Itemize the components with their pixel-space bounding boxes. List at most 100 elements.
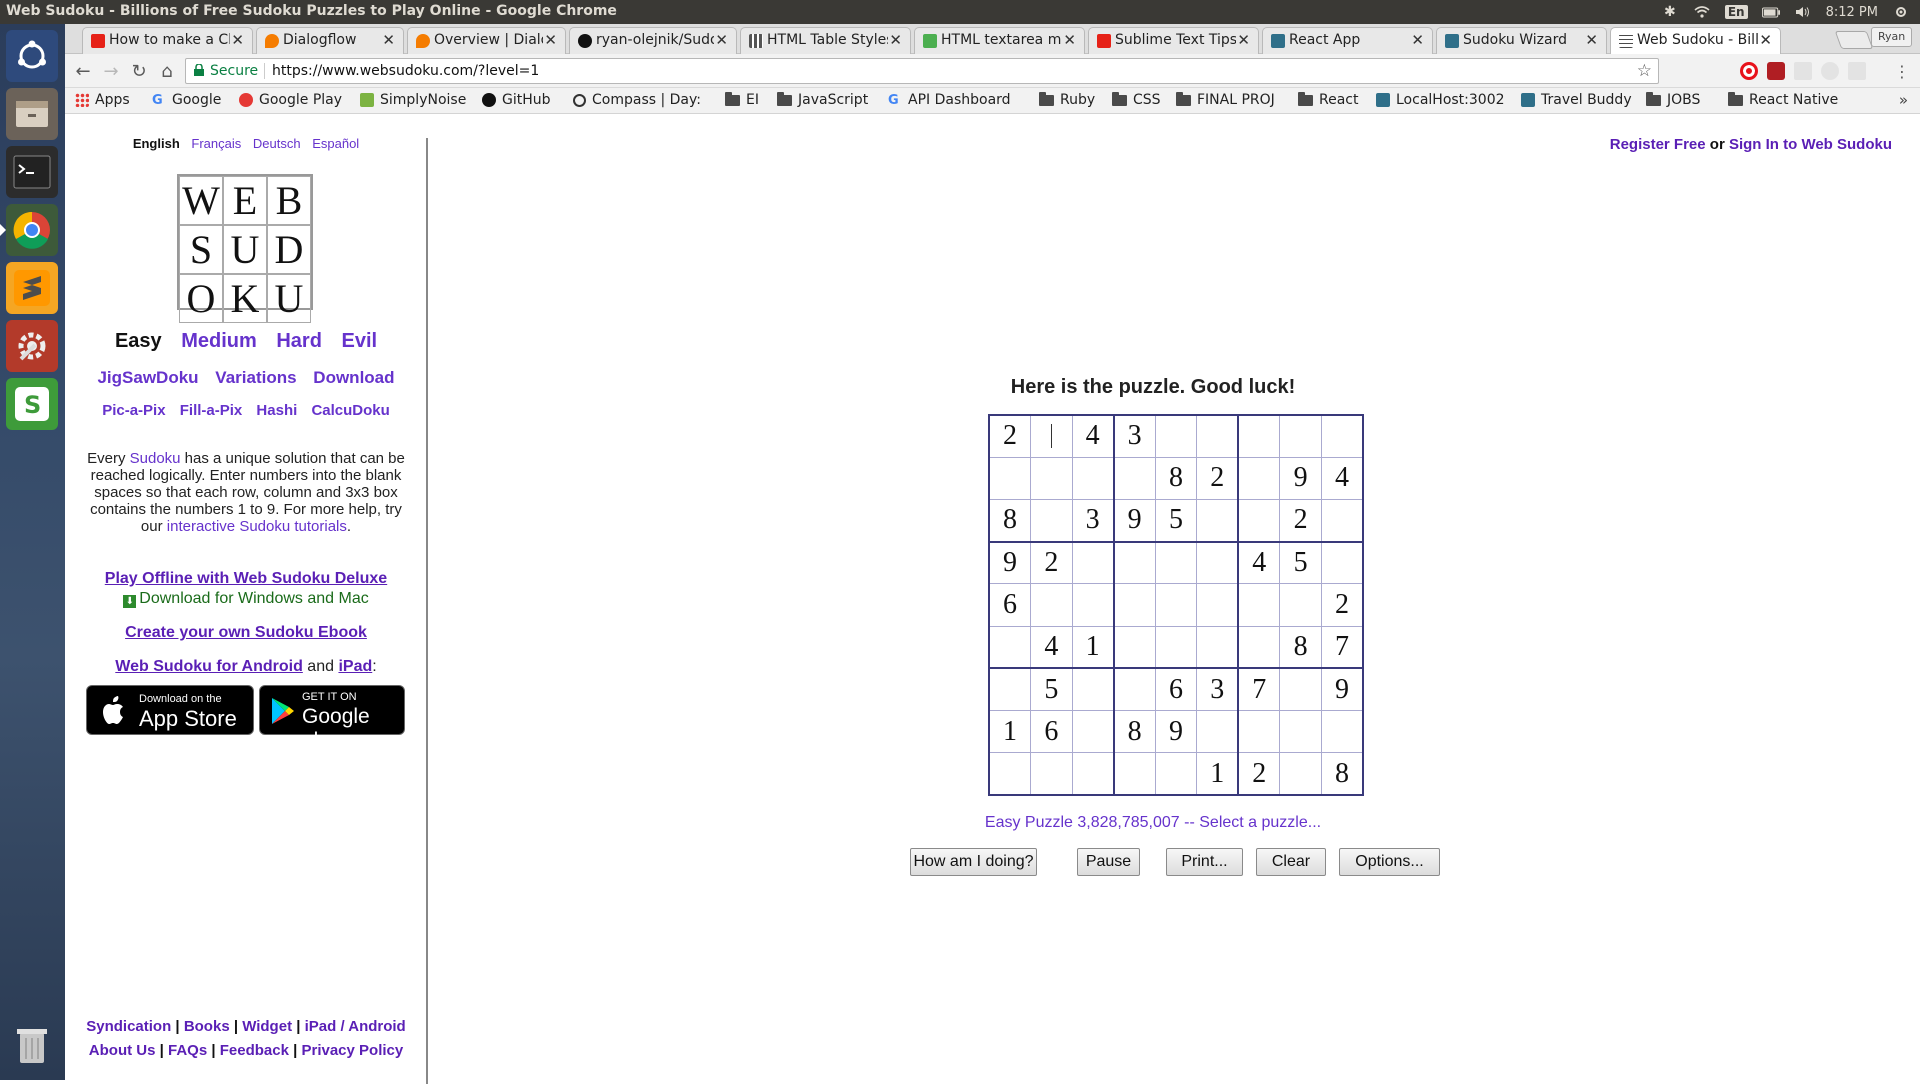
url-text[interactable]: https://www.websudoku.com/?level=1 xyxy=(272,63,539,79)
empty-cell[interactable] xyxy=(1030,414,1073,458)
bookmark-simplynoise[interactable]: SimplyNoise xyxy=(360,92,466,108)
tab-web-sudoku[interactable]: Web Sudoku - Billions ✕ xyxy=(1610,27,1781,55)
link-fill-a-pix[interactable]: Fill-a-Pix xyxy=(180,402,243,419)
empty-cell[interactable] xyxy=(1030,583,1073,627)
terminal-icon[interactable] xyxy=(6,146,58,198)
files-icon[interactable] xyxy=(6,88,58,140)
empty-cell[interactable] xyxy=(1279,710,1322,754)
sudoku-link[interactable]: Sudoku xyxy=(130,450,181,467)
deluxe-link[interactable]: Play Offline with Web Sudoku Deluxe xyxy=(105,570,387,587)
bookmark-folder-react[interactable]: React xyxy=(1298,91,1358,108)
empty-cell[interactable] xyxy=(1154,752,1198,796)
close-icon[interactable]: ✕ xyxy=(1063,31,1076,49)
empty-cell[interactable] xyxy=(1071,710,1115,754)
power-settings-icon[interactable] xyxy=(1892,5,1910,19)
link-faqs[interactable]: FAQs xyxy=(168,1042,207,1059)
new-tab-button[interactable] xyxy=(1834,31,1874,49)
level-easy[interactable]: Easy xyxy=(115,330,162,352)
bookmark-folder-jobs[interactable]: JOBS xyxy=(1646,91,1700,108)
empty-cell[interactable] xyxy=(1196,540,1239,585)
lang-english[interactable]: English xyxy=(133,136,180,151)
bookmark-compass[interactable]: Compass | Day: xyxy=(573,92,701,108)
empty-cell[interactable] xyxy=(1196,414,1239,458)
ipad-link[interactable]: iPad xyxy=(338,658,372,675)
tab-react-app[interactable]: React App ✕ xyxy=(1262,27,1433,54)
empty-cell[interactable] xyxy=(1320,540,1364,585)
tab-overview-dialogflow[interactable]: Overview | Dialogflow ✕ xyxy=(407,27,566,54)
empty-cell[interactable] xyxy=(1279,752,1322,796)
bookmark-api-dashboard[interactable]: G API Dashboard xyxy=(888,92,1011,108)
wifi-icon[interactable] xyxy=(1693,5,1711,19)
bookmark-folder-ei[interactable]: EI xyxy=(725,91,759,108)
more-bookmarks-chevron-icon[interactable]: » xyxy=(1899,91,1908,109)
pause-button[interactable]: Pause xyxy=(1077,848,1140,876)
empty-cell[interactable] xyxy=(1237,456,1281,500)
volume-icon[interactable] xyxy=(1794,5,1812,19)
empty-cell[interactable] xyxy=(1320,414,1364,458)
register-link[interactable]: Register Free xyxy=(1610,136,1706,153)
opera-extension-icon[interactable] xyxy=(1740,62,1758,80)
profile-button[interactable]: Ryan xyxy=(1871,27,1913,47)
close-icon[interactable]: ✕ xyxy=(544,31,557,49)
level-hard[interactable]: Hard xyxy=(276,330,322,352)
empty-cell[interactable] xyxy=(1320,710,1364,754)
home-icon[interactable]: ⌂ xyxy=(155,59,179,83)
address-bar[interactable]: Secure https://www.websudoku.com/?level=… xyxy=(185,58,1659,84)
clock[interactable]: 8:12 PM xyxy=(1826,5,1878,20)
extension-icon[interactable] xyxy=(1848,62,1866,80)
tab-html-textarea[interactable]: HTML textarea maxlength ✕ xyxy=(914,27,1085,54)
tab-sudoku-wizard[interactable]: Sudoku Wizard ✕ xyxy=(1436,27,1607,54)
empty-cell[interactable] xyxy=(1154,625,1198,669)
bookmark-travel-buddy[interactable]: Travel Buddy xyxy=(1521,92,1632,108)
bookmark-apps[interactable]: Apps xyxy=(75,92,130,108)
system-settings-icon[interactable] xyxy=(6,320,58,372)
bookmark-star-icon[interactable]: ☆ xyxy=(1637,61,1652,81)
empty-cell[interactable] xyxy=(1154,540,1198,585)
empty-cell[interactable] xyxy=(1071,667,1115,712)
settings-gear-icon[interactable]: ✱ xyxy=(1661,4,1679,20)
link-syndication[interactable]: Syndication xyxy=(86,1018,171,1035)
tab-sublime-tips[interactable]: Sublime Text Tips ✕ xyxy=(1088,27,1259,54)
empty-cell[interactable] xyxy=(1279,667,1322,712)
google-play-badge[interactable]: GET IT ON Google play xyxy=(259,685,405,752)
link-variations[interactable]: Variations xyxy=(215,368,296,387)
back-arrow-icon[interactable]: ← xyxy=(71,59,95,83)
link-download[interactable]: Download xyxy=(313,368,394,387)
puzzle-info-link[interactable]: Easy Puzzle 3,828,785,007 -- Select a pu… xyxy=(965,814,1341,832)
lang-spanish[interactable]: Español xyxy=(312,136,359,151)
bookmark-google-play[interactable]: Google Play xyxy=(239,92,342,108)
bookmark-folder-css[interactable]: CSS xyxy=(1112,91,1161,108)
ebook-link[interactable]: Create your own Sudoku Ebook xyxy=(125,624,367,641)
link-books[interactable]: Books xyxy=(184,1018,230,1035)
link-hashi[interactable]: Hashi xyxy=(256,402,297,419)
empty-cell[interactable] xyxy=(1071,456,1115,500)
keyboard-language-indicator[interactable]: En xyxy=(1724,5,1748,19)
link-widget[interactable]: Widget xyxy=(242,1018,292,1035)
empty-cell[interactable] xyxy=(1237,498,1281,543)
empty-cell[interactable] xyxy=(1030,752,1073,796)
options-button[interactable]: Options... xyxy=(1339,848,1440,876)
extension-icon[interactable] xyxy=(1821,62,1839,80)
empty-cell[interactable] xyxy=(1237,625,1281,669)
close-icon[interactable]: ✕ xyxy=(1585,31,1598,49)
level-medium[interactable]: Medium xyxy=(181,330,257,352)
empty-cell[interactable] xyxy=(1112,540,1156,585)
reload-icon[interactable]: ↻ xyxy=(127,59,151,83)
empty-cell[interactable] xyxy=(1196,498,1239,543)
clear-button[interactable]: Clear xyxy=(1256,848,1326,876)
link-pic-a-pix[interactable]: Pic-a-Pix xyxy=(102,402,165,419)
empty-cell[interactable] xyxy=(1196,583,1239,627)
lang-german[interactable]: Deutsch xyxy=(253,136,301,151)
level-evil[interactable]: Evil xyxy=(341,330,377,352)
link-jigsawdoku[interactable]: JigSawDoku xyxy=(97,368,198,387)
empty-cell[interactable] xyxy=(988,456,1032,500)
app-store-badge[interactable]: Download on the App Store xyxy=(86,685,254,735)
empty-cell[interactable] xyxy=(1071,583,1115,627)
chrome-menu-icon[interactable]: ⋮ xyxy=(1890,59,1914,83)
bookmark-google[interactable]: G Google xyxy=(152,92,221,108)
lang-french[interactable]: Français xyxy=(191,136,241,151)
empty-cell[interactable] xyxy=(1237,710,1281,754)
empty-cell[interactable] xyxy=(1112,583,1156,627)
bookmark-folder-javascript[interactable]: JavaScript xyxy=(777,91,868,108)
empty-cell[interactable] xyxy=(1279,583,1322,627)
